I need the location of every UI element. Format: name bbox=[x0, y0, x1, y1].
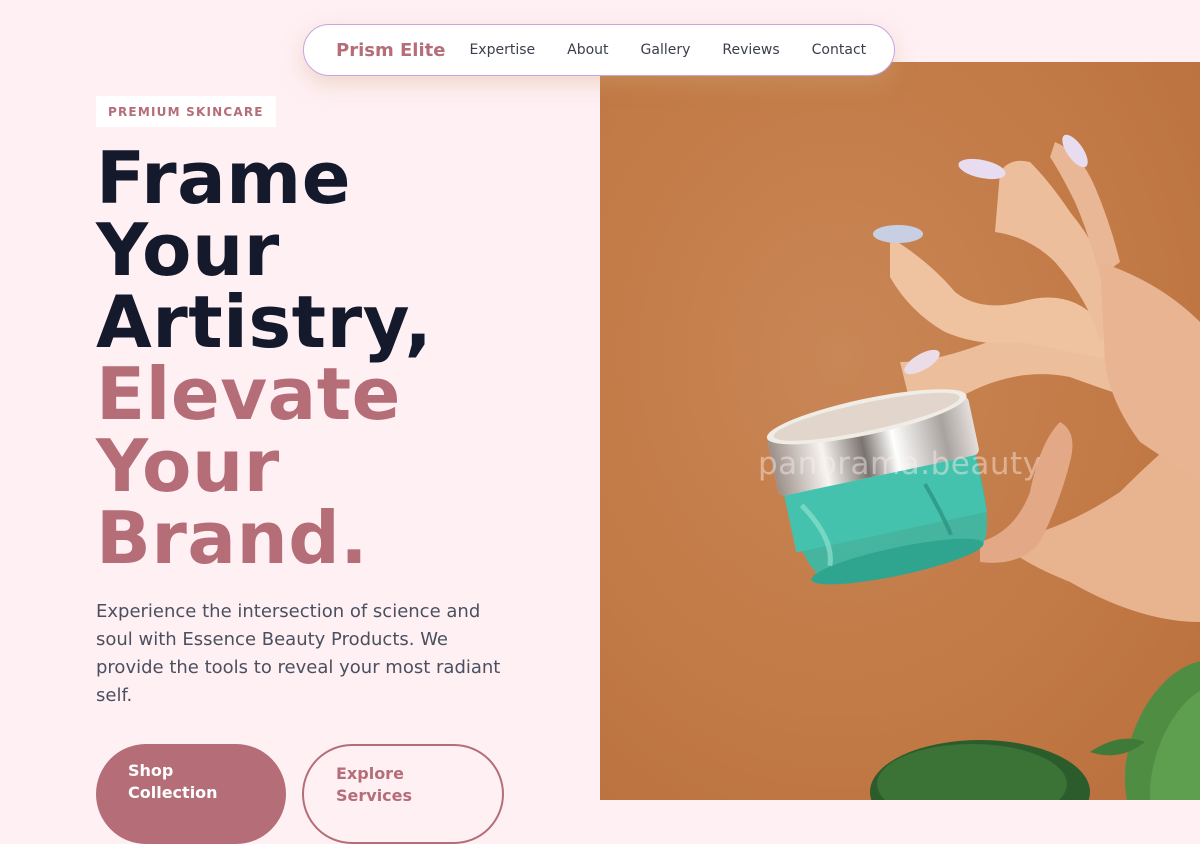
cream-jar bbox=[766, 389, 988, 585]
nav-link-expertise[interactable]: Expertise bbox=[469, 42, 535, 58]
leaf-decoration bbox=[870, 660, 1200, 800]
headline-line: Artistry, bbox=[96, 280, 433, 364]
headline-accent-line: Brand. bbox=[96, 496, 369, 580]
hero-headline: Frame Your Artistry, Elevate Your Brand. bbox=[96, 142, 432, 574]
explore-services-button[interactable]: Explore Services bbox=[302, 744, 504, 844]
shop-collection-button[interactable]: Shop Collection bbox=[96, 744, 286, 844]
button-label: Explore bbox=[336, 764, 404, 783]
nav-link-about[interactable]: About bbox=[567, 42, 608, 58]
headline-line: Frame bbox=[96, 136, 352, 220]
headline-accent-line: Your bbox=[96, 424, 280, 508]
hand-holding-jar-illustration bbox=[766, 134, 1200, 800]
brand-logo[interactable]: Prism Elite bbox=[336, 40, 445, 61]
hero-image: panorama.beauty bbox=[600, 62, 1200, 800]
hero-description: Experience the intersection of science a… bbox=[96, 601, 501, 706]
headline-line: Your bbox=[96, 208, 280, 292]
headline-accent-line: Elevate bbox=[96, 352, 401, 436]
nav-link-gallery[interactable]: Gallery bbox=[641, 42, 691, 58]
button-label: Shop bbox=[128, 761, 174, 780]
watermark-text: panorama.beauty bbox=[758, 446, 1042, 482]
top-navigation: Prism Elite Expertise About Gallery Revi… bbox=[303, 24, 895, 76]
button-label: Collection bbox=[128, 783, 218, 802]
button-label: Services bbox=[336, 786, 413, 805]
nav-link-contact[interactable]: Contact bbox=[812, 42, 866, 58]
nav-link-reviews[interactable]: Reviews bbox=[722, 42, 779, 58]
category-badge: PREMIUM SKINCARE bbox=[96, 96, 276, 127]
